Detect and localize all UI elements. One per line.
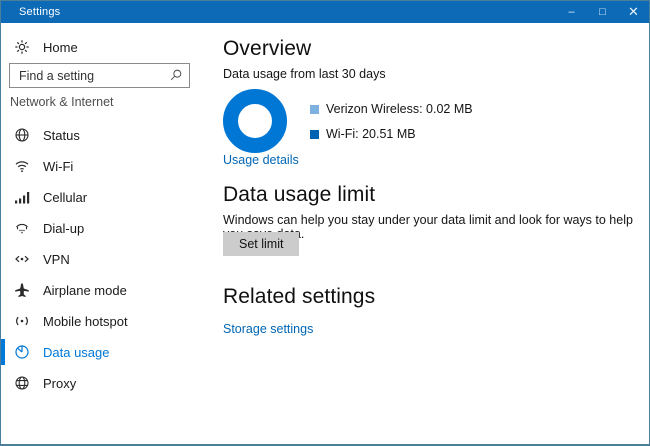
window-title: Settings [19,6,61,18]
sidebar-item-label: Cellular [43,189,88,205]
legend-label: Verizon Wireless: 0.02 MB [326,102,473,116]
legend-item-verizon: Verizon Wireless: 0.02 MB [310,102,473,116]
legend-label: Wi-Fi: 20.51 MB [326,127,416,141]
legend-swatch-verizon [310,104,319,114]
sidebar-item-proxy[interactable]: Proxy [1,369,213,397]
sidebar-item-data-usage[interactable]: Data usage [1,338,213,366]
sidebar-item-label: Status [43,127,80,143]
gear-icon [14,39,30,55]
sidebar-item-airplane-mode[interactable]: Airplane mode [1,276,213,304]
sidebar-item-label: Wi-Fi [43,158,74,174]
airplane-icon [14,282,30,298]
globe-icon [14,127,30,143]
sidebar-item-dialup[interactable]: Dial-up [1,214,213,242]
sidebar-section-label: Network & Internet [10,95,114,109]
overview-heading: Overview [223,37,312,60]
sidebar-item-label: Dial-up [43,220,85,236]
donut-chart [223,89,287,153]
data-usage-limit-heading: Data usage limit [223,183,376,206]
legend-item-wifi: Wi-Fi: 20.51 MB [310,127,473,141]
storage-settings-link[interactable]: Storage settings [223,322,313,336]
settings-window: Settings – □ ✕ Home Netwo [0,0,650,446]
dialup-phone-icon [14,220,30,236]
sidebar-item-mobile-hotspot[interactable]: Mobile hotspot [1,307,213,335]
wifi-icon [14,158,30,174]
related-settings-heading: Related settings [223,285,376,308]
usage-details-link[interactable]: Usage details [223,153,299,167]
sidebar-item-status[interactable]: Status [1,121,213,149]
sidebar-item-home[interactable]: Home [1,33,213,61]
proxy-globe-icon [14,375,30,391]
sidebar: Home Network & Internet Status [1,23,213,444]
legend-swatch-wifi [310,129,319,139]
chart-legend: Verizon Wireless: 0.02 MB Wi-Fi: 20.51 M… [310,89,473,153]
chart-subtitle: Data usage from last 30 days [223,67,386,81]
minimize-button[interactable]: – [556,1,587,23]
data-usage-chart: Verizon Wireless: 0.02 MB Wi-Fi: 20.51 M… [223,89,473,153]
maximize-button[interactable]: □ [587,1,618,23]
titlebar: Settings – □ ✕ [1,1,649,23]
sidebar-item-label: Airplane mode [43,282,127,298]
search-box [9,63,190,88]
window-controls: – □ ✕ [556,1,649,23]
sidebar-item-label: Mobile hotspot [43,313,128,329]
sidebar-item-vpn[interactable]: VPN [1,245,213,273]
sidebar-item-label: Data usage [43,344,110,360]
sidebar-item-label: VPN [43,251,70,267]
set-limit-button[interactable]: Set limit [223,232,300,256]
hotspot-icon [14,313,30,329]
close-button[interactable]: ✕ [618,1,649,23]
sidebar-item-label: Proxy [43,375,77,391]
sidebar-item-cellular[interactable]: Cellular [1,183,213,211]
vpn-icon [14,251,30,267]
sidebar-item-label: Home [43,39,78,55]
cellular-signal-icon [14,189,30,205]
pie-chart-icon [14,344,30,360]
sidebar-item-wifi[interactable]: Wi-Fi [1,152,213,180]
search-icon [169,68,183,82]
search-input[interactable] [9,63,190,88]
